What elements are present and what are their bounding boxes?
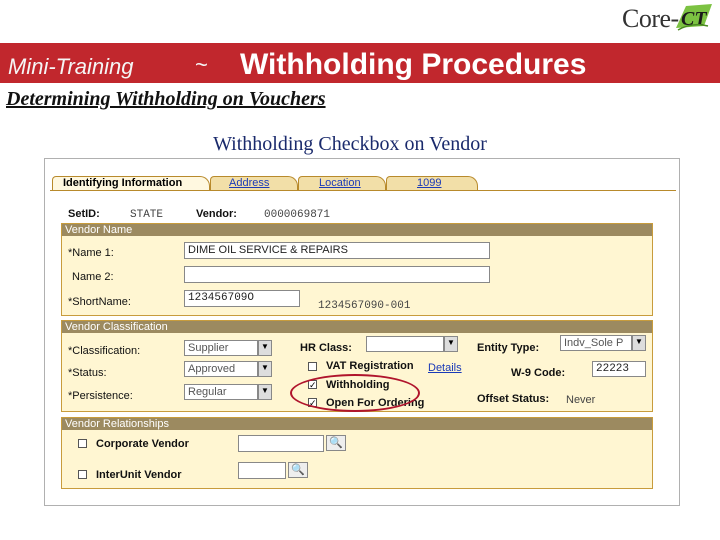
name2-label: Name 2:	[72, 271, 114, 283]
persistence-label: *Persistence:	[68, 390, 133, 402]
banner-separator: ~	[195, 52, 208, 77]
interunit-vendor-input[interactable]	[238, 462, 286, 479]
tab-location[interactable]: Location	[298, 176, 386, 191]
chevron-down-icon[interactable]: ▼	[258, 361, 272, 377]
hr-class-select[interactable]	[366, 336, 444, 352]
tab-1099[interactable]: 1099	[386, 176, 478, 191]
w9-code-input[interactable]: 22223	[592, 361, 646, 377]
relationships-section-title: Vendor Relationships	[62, 418, 652, 430]
tab-identifying-information[interactable]: Identifying Information	[52, 176, 210, 191]
vendor-name-section-title: Vendor Name	[62, 224, 652, 236]
slide-caption: Withholding Checkbox on Vendor	[213, 133, 487, 155]
status-select[interactable]: Approved	[184, 361, 258, 377]
magnifier-icon[interactable]: 🔍	[326, 435, 346, 451]
setid-label: SetID:	[68, 208, 100, 220]
name1-input[interactable]: DIME OIL SERVICE & REPAIRS	[184, 242, 490, 259]
chevron-down-icon[interactable]: ▼	[444, 336, 458, 352]
interunit-vendor-checkbox[interactable]	[78, 470, 87, 479]
shortname-label: *ShortName:	[68, 296, 131, 308]
core-ct-logo: CT	[676, 4, 712, 31]
hr-class-label: HR Class:	[300, 342, 352, 354]
logo-text: Core-	[622, 4, 679, 33]
corporate-vendor-checkbox[interactable]	[78, 439, 87, 448]
magnifier-icon[interactable]: 🔍	[288, 462, 308, 478]
tab-address[interactable]: Address	[210, 176, 298, 191]
chevron-down-icon[interactable]: ▼	[632, 335, 646, 351]
withholding-highlight-circle	[290, 374, 420, 412]
vat-registration-label: VAT Registration	[326, 360, 414, 372]
interunit-vendor-label: InterUnit Vendor	[96, 469, 182, 481]
corporate-vendor-label: Corporate Vendor	[96, 438, 189, 450]
status-label: *Status:	[68, 367, 107, 379]
slide-subtitle: Determining Withholding on Vouchers	[6, 88, 326, 110]
vat-details-link[interactable]: Details	[428, 362, 462, 374]
corporate-vendor-input[interactable]	[238, 435, 324, 452]
classification-label: *Classification:	[68, 345, 141, 357]
name1-label: *Name 1:	[68, 247, 114, 259]
chevron-down-icon[interactable]: ▼	[258, 384, 272, 400]
vendor-label: Vendor:	[196, 208, 237, 220]
shortname-input[interactable]: 123456709O	[184, 290, 300, 307]
tab-divider	[50, 190, 676, 191]
banner-mini-label: Mini-Training	[8, 54, 134, 79]
setid-value: STATE	[130, 209, 164, 221]
banner-title: Withholding Procedures	[240, 48, 587, 81]
classification-select[interactable]: Supplier	[184, 340, 258, 356]
vendor-id-value: 0000069871	[264, 209, 331, 221]
offset-status-label: Offset Status:	[477, 393, 550, 405]
vat-registration-checkbox[interactable]	[308, 362, 317, 371]
entity-type-label: Entity Type:	[477, 342, 540, 354]
persistence-select[interactable]: Regular	[184, 384, 258, 400]
chevron-down-icon[interactable]: ▼	[258, 340, 272, 356]
w9-code-label: W-9 Code:	[511, 367, 566, 379]
shortname-full-value: 1234567090-001	[318, 300, 411, 312]
entity-type-select[interactable]: Indv_Sole P	[560, 335, 632, 351]
name2-input[interactable]	[184, 266, 490, 283]
classification-section-title: Vendor Classification	[62, 321, 652, 333]
offset-status-value: Never	[566, 394, 596, 406]
